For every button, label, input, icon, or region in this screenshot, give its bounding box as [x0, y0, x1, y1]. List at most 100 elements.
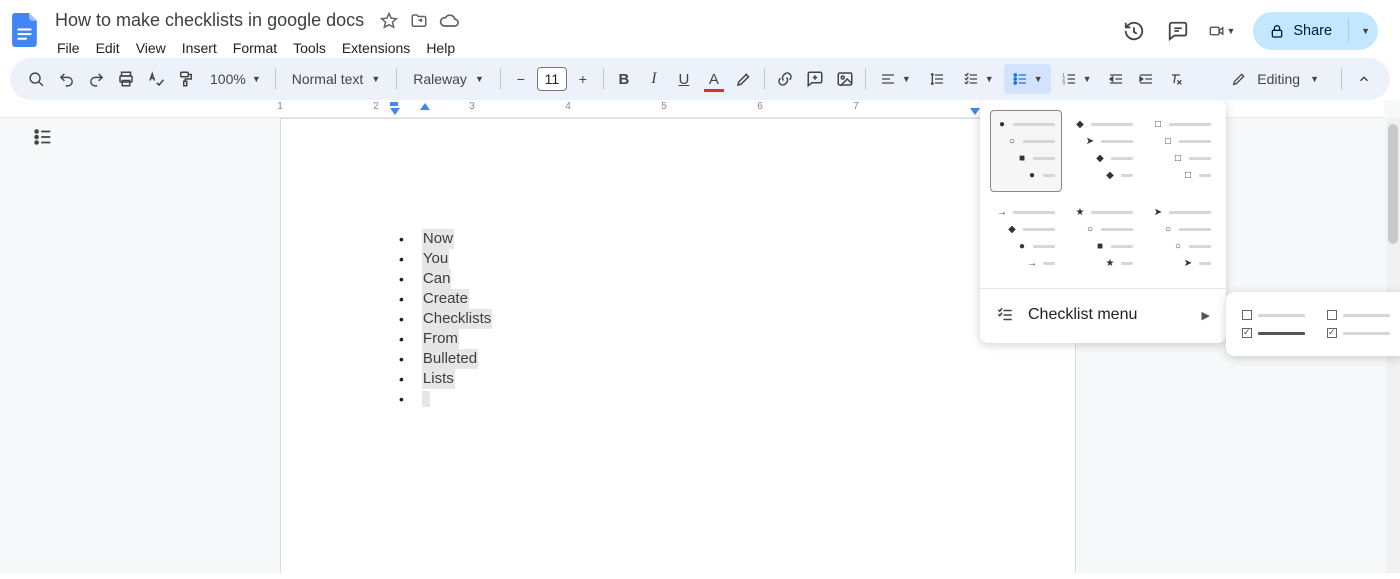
highlight-icon[interactable]: [730, 64, 758, 94]
bulleted-list-icon[interactable]: ▼: [1004, 64, 1051, 94]
list-item[interactable]: Lists: [399, 369, 492, 389]
list-item[interactable]: Now: [399, 229, 492, 249]
title-area: How to make checklists in google docs Fi…: [50, 8, 1121, 60]
svg-text:3: 3: [1062, 80, 1065, 85]
list-item[interactable]: [399, 389, 492, 409]
paint-format-icon[interactable]: [172, 64, 200, 94]
menu-tools[interactable]: Tools: [286, 36, 333, 60]
document-page[interactable]: NowYouCanCreateChecklistsFromBulletedLis…: [280, 118, 1076, 573]
insert-link-icon[interactable]: [771, 64, 799, 94]
ruler-tick: 1: [277, 101, 283, 112]
menu-view[interactable]: View: [129, 36, 173, 60]
menubar: File Edit View Insert Format Tools Exten…: [50, 36, 1121, 60]
menu-extensions[interactable]: Extensions: [335, 36, 417, 60]
menu-insert[interactable]: Insert: [175, 36, 224, 60]
app-header: How to make checklists in google docs Fi…: [0, 0, 1400, 58]
search-menus-icon[interactable]: [22, 64, 50, 94]
bullet-preset-arrow-diamond[interactable]: → ◆ ● →: [990, 198, 1062, 280]
clear-formatting-icon[interactable]: [1162, 64, 1190, 94]
chevron-right-icon: ▶: [1202, 309, 1210, 322]
add-comment-icon[interactable]: [801, 64, 829, 94]
numbered-list-icon[interactable]: 123▼: [1053, 64, 1100, 94]
undo-icon[interactable]: [52, 64, 80, 94]
italic-icon[interactable]: I: [640, 64, 668, 94]
ruler-tick: 2: [373, 101, 379, 112]
checklist-toolbar-icon[interactable]: ▼: [955, 64, 1002, 94]
insert-image-icon[interactable]: [831, 64, 859, 94]
menu-file[interactable]: File: [50, 36, 87, 60]
align-icon[interactable]: ▼: [872, 64, 919, 94]
underline-icon[interactable]: U: [670, 64, 698, 94]
list-item[interactable]: From: [399, 329, 492, 349]
workspace: 1234567 NowYouCanCreateChecklistsFromBul…: [0, 100, 1400, 573]
list-item[interactable]: Bulleted: [399, 349, 492, 369]
share-dropdown-icon[interactable]: ▼: [1361, 26, 1370, 36]
spellcheck-icon[interactable]: [142, 64, 170, 94]
history-icon[interactable]: [1121, 18, 1147, 44]
bold-icon[interactable]: B: [610, 64, 638, 94]
zoom-select[interactable]: 100%▼: [202, 64, 269, 94]
bullet-preset-chevron[interactable]: ➤ ○ ○ ➤: [1146, 198, 1218, 280]
share-label: Share: [1293, 23, 1332, 39]
font-size-input[interactable]: 11: [537, 67, 567, 91]
checklist-icon: [996, 306, 1014, 324]
indent-marker[interactable]: [970, 108, 980, 115]
list-item-text: Now: [422, 229, 454, 249]
ruler-tick: 5: [661, 101, 667, 112]
increase-indent-icon[interactable]: [1132, 64, 1160, 94]
document-outline-icon[interactable]: [28, 122, 58, 152]
checklist-menu-label: Checklist menu: [1028, 306, 1137, 324]
bullet-preset-squares[interactable]: □ □ □ □: [1146, 110, 1218, 192]
checklist-preset-plain[interactable]: [1321, 302, 1396, 346]
toolbar: 100%▼ Normal text▼ Raleway▼ − 11 + B I U…: [10, 58, 1390, 100]
increase-font-icon[interactable]: +: [569, 64, 597, 94]
share-button[interactable]: Share ▼: [1253, 12, 1378, 50]
document-body[interactable]: NowYouCanCreateChecklistsFromBulletedLis…: [399, 229, 492, 409]
paragraph-style-select[interactable]: Normal text▼: [282, 64, 391, 94]
list-item[interactable]: Can: [399, 269, 492, 289]
editing-mode-select[interactable]: Editing▼: [1217, 64, 1333, 94]
bulleted-list-menu: ● ○ ■ ● ◆ ➤ ◆ ◆ □ □ □ □ → ◆ ● →: [980, 100, 1226, 343]
list-item[interactable]: Create: [399, 289, 492, 309]
text-color-icon[interactable]: A: [700, 64, 728, 94]
text-cursor: [422, 391, 430, 407]
indent-marker[interactable]: [390, 102, 398, 106]
redo-icon[interactable]: [82, 64, 110, 94]
indent-marker[interactable]: [420, 103, 430, 110]
cloud-status-icon[interactable]: [439, 11, 459, 31]
meet-icon[interactable]: ▼: [1209, 18, 1235, 44]
doc-title[interactable]: How to make checklists in google docs: [50, 8, 369, 33]
bullet-preset-diamond[interactable]: ◆ ➤ ◆ ◆: [1068, 110, 1140, 192]
list-item-text: Lists: [422, 369, 455, 389]
list-item-text: You: [422, 249, 449, 269]
indent-marker[interactable]: [390, 108, 400, 115]
menu-edit[interactable]: Edit: [89, 36, 127, 60]
list-item[interactable]: You: [399, 249, 492, 269]
comments-icon[interactable]: [1165, 18, 1191, 44]
decrease-indent-icon[interactable]: [1102, 64, 1130, 94]
ruler-tick: 7: [853, 101, 859, 112]
print-icon[interactable]: [112, 64, 140, 94]
star-icon[interactable]: [379, 11, 399, 31]
ruler-tick: 4: [565, 101, 571, 112]
menu-format[interactable]: Format: [226, 36, 284, 60]
pencil-icon: [1231, 71, 1247, 87]
list-item-text: Can: [422, 269, 452, 289]
bullet-preset-disc-circle-square[interactable]: ● ○ ■ ●: [990, 110, 1062, 192]
menu-help[interactable]: Help: [419, 36, 462, 60]
lock-icon: [1269, 23, 1285, 39]
ruler-tick: 3: [469, 101, 475, 112]
list-item-text: Checklists: [422, 309, 492, 329]
list-item-text: From: [422, 329, 459, 349]
font-select[interactable]: Raleway▼: [403, 64, 494, 94]
docs-logo[interactable]: [6, 10, 46, 50]
collapse-toolbar-icon[interactable]: [1350, 64, 1378, 94]
checklist-menu-item[interactable]: Checklist menu ▶: [990, 297, 1216, 333]
list-item-text: Bulleted: [422, 349, 478, 369]
decrease-font-icon[interactable]: −: [507, 64, 535, 94]
bullet-preset-star[interactable]: ★ ○ ■ ★: [1068, 198, 1140, 280]
line-spacing-icon[interactable]: [921, 64, 953, 94]
move-icon[interactable]: [409, 11, 429, 31]
checklist-preset-strikethrough[interactable]: [1236, 302, 1311, 346]
list-item[interactable]: Checklists: [399, 309, 492, 329]
